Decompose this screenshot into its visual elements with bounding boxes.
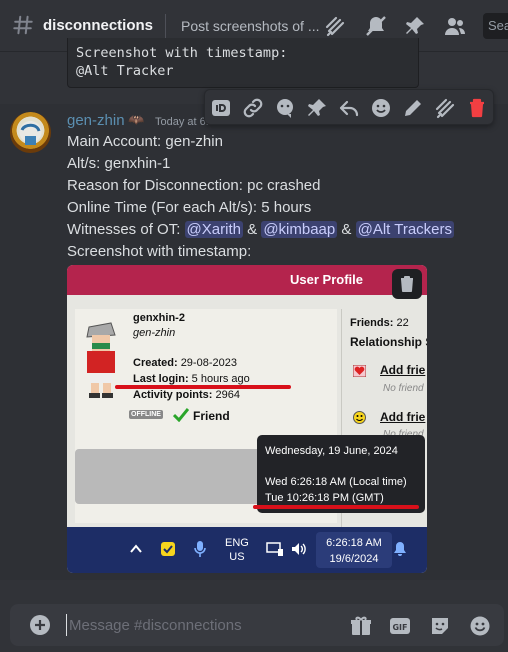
channel-topic[interactable]: Post screenshots of ...	[181, 18, 320, 34]
witnesses-label: Witnesses of OT:	[67, 221, 185, 238]
message-composer: GIF	[10, 604, 504, 646]
message-line-screenshot: Screenshot with timestamp:	[67, 243, 252, 260]
app-tray-icon[interactable]	[160, 541, 176, 557]
screenshot-titlebar	[67, 265, 427, 295]
remove-attachment-button[interactable]	[392, 269, 422, 299]
windows-taskbar: ENG US 6:26:18 AM 19/6/2024	[67, 527, 427, 573]
pin-icon[interactable]	[305, 96, 329, 120]
channel-name: disconnections	[43, 17, 154, 34]
header-divider	[165, 14, 166, 38]
checkmark-icon	[173, 408, 189, 422]
taskbar-clock[interactable]: 6:26:18 AM 19/6/2024	[316, 532, 392, 568]
hash-icon	[13, 15, 33, 35]
message-author[interactable]: gen-zhin	[67, 112, 125, 129]
profile-last-login: Last login: 5 hours ago	[133, 373, 250, 385]
ampersand: &	[337, 221, 356, 238]
gif-icon[interactable]: GIF	[388, 614, 412, 638]
last-login-label: Last login:	[133, 373, 189, 385]
no-friend-text-1: No friend	[383, 383, 424, 394]
delete-icon[interactable]	[465, 96, 489, 120]
add-friend-link-1[interactable]: Add frie	[380, 363, 425, 377]
profile-created: Created: 29-08-2023	[133, 357, 237, 369]
link-icon[interactable]	[241, 96, 265, 120]
code-block: Screenshot with timestamp: @Alt Tracker	[67, 38, 419, 88]
delete-icon	[401, 276, 413, 292]
gift-icon[interactable]	[349, 614, 373, 638]
react-reply-icon[interactable]	[273, 96, 297, 120]
notification-bell-icon[interactable]	[393, 541, 407, 557]
members-icon[interactable]	[443, 14, 467, 38]
message-line-alts: Alt/s: genxhin-1	[67, 155, 171, 172]
clock-time: 6:26:18 AM	[326, 537, 382, 549]
avatar[interactable]	[10, 112, 51, 153]
language-region: US	[229, 551, 245, 563]
activity-label: Activity points:	[133, 389, 213, 401]
friends-label: Friends:	[350, 317, 394, 329]
search-input[interactable]: Search	[483, 13, 508, 39]
mention-xarith[interactable]: @Xarith	[184, 221, 243, 238]
threads-icon[interactable]	[323, 14, 347, 38]
profile-motto: gen-zhin	[133, 327, 176, 339]
screenshot-title: User Profile	[290, 272, 363, 287]
user-badge-icon: 🦇	[128, 112, 145, 127]
mention-kimbaap[interactable]: @kimbaap	[261, 221, 338, 238]
highlight-underline	[253, 505, 419, 509]
relationships-heading: Relationship S	[350, 335, 427, 349]
activity-value: 2964	[215, 389, 240, 401]
friends-count: Friends: 22	[350, 317, 409, 329]
created-label: Created:	[133, 357, 178, 369]
heart-icon	[353, 365, 366, 377]
id-icon[interactable]	[209, 96, 233, 120]
profile-activity: Activity points: 2964	[133, 389, 240, 401]
message-line-online-time: Online Time (For each Alt/s): 5 hours	[67, 199, 312, 216]
message-line-reason: Reason for Disconnection: pc crashed	[67, 177, 321, 194]
emoji-icon[interactable]	[468, 614, 492, 638]
volume-icon[interactable]	[290, 541, 308, 557]
mention-alt-trackers[interactable]: @Alt Trackers	[355, 221, 455, 238]
reply-icon[interactable]	[337, 96, 361, 120]
notifications-muted-icon[interactable]	[364, 14, 388, 38]
edit-icon[interactable]	[401, 96, 425, 120]
language-code: ENG	[225, 537, 249, 549]
smile-icon	[353, 411, 366, 424]
sticker-icon[interactable]	[428, 614, 452, 638]
created-value: 29-08-2023	[180, 357, 237, 369]
clock-date: 19/6/2024	[329, 553, 379, 565]
message-line-main-account: Main Account: gen-zhin	[67, 133, 223, 150]
tooltip-local-time: Wed 6:26:18 AM (Local time)	[265, 476, 407, 488]
pin-icon[interactable]	[403, 14, 427, 38]
clock-tooltip: Wednesday, 19 June, 2024 Wed 6:26:18 AM …	[257, 435, 425, 513]
add-icon[interactable]	[29, 614, 51, 636]
friend-status: Friend	[193, 409, 230, 423]
offline-badge: OFFLINE	[129, 410, 163, 419]
language-indicator[interactable]: ENG US	[225, 536, 249, 564]
tooltip-gmt-time: Tue 10:26:18 PM (GMT)	[265, 492, 384, 504]
profile-username: genxhin-2	[133, 312, 185, 324]
ampersand: &	[242, 221, 262, 238]
chevron-up-icon[interactable]	[129, 543, 143, 555]
message-line-witnesses: Witnesses of OT: @Xarith & @kimbaap & @A…	[67, 221, 455, 238]
svg-text:GIF: GIF	[392, 623, 407, 632]
friends-value: 22	[396, 317, 409, 329]
threads-icon[interactable]	[433, 96, 457, 120]
message-actions-toolbar	[204, 89, 494, 125]
last-login-value: 5 hours ago	[191, 373, 250, 385]
tooltip-date: Wednesday, 19 June, 2024	[265, 445, 398, 457]
message-input[interactable]	[66, 614, 356, 636]
microphone-icon[interactable]	[193, 540, 207, 558]
emoji-icon[interactable]	[369, 96, 393, 120]
attached-screenshot[interactable]: User Profile genxhin-2 gen-zhin Created:…	[67, 265, 427, 573]
network-icon[interactable]	[266, 541, 284, 557]
add-friend-link-2[interactable]: Add frie	[380, 410, 425, 424]
